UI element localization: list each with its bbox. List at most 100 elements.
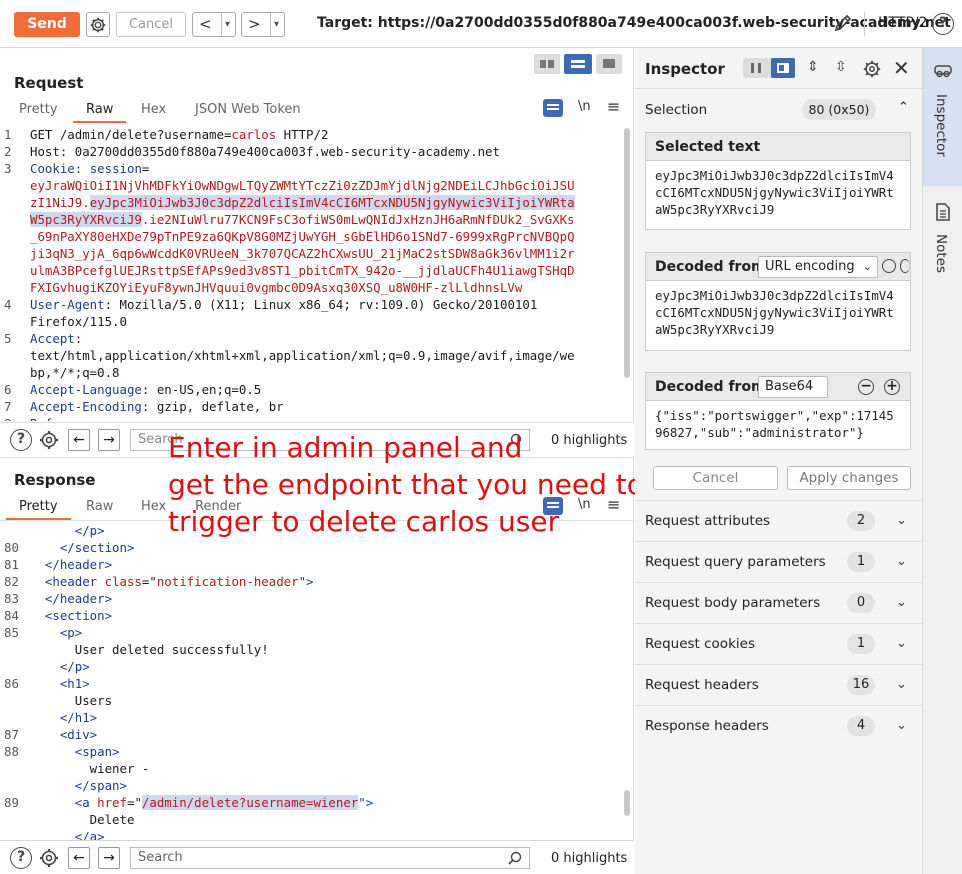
- inspector-section-row[interactable]: Request attributes 2 ⌄: [635, 500, 922, 541]
- inspector-section-label: Response headers: [645, 718, 769, 734]
- response-search-prev-icon[interactable]: ←: [68, 847, 90, 869]
- chevron-up-icon[interactable]: ⌃: [898, 100, 909, 115]
- code-token: User-Agent: [30, 297, 105, 312]
- request-scrollbar[interactable]: [624, 128, 630, 378]
- inspector-layout-panel-icon[interactable]: [771, 58, 795, 78]
- code-token: zI1NiJ9.: [30, 195, 90, 210]
- minus-circle-icon[interactable]: −: [858, 379, 874, 395]
- request-newline-toggle[interactable]: \n: [578, 99, 591, 114]
- chevron-down-icon[interactable]: ⌄: [896, 718, 907, 733]
- layout-stacked-icon[interactable]: [564, 54, 592, 74]
- settings-button[interactable]: [86, 12, 110, 37]
- rail-tab-notes[interactable]: Notes: [923, 188, 962, 288]
- line-text: </header>: [30, 590, 112, 607]
- response-search-bar: ? ← → Search 0 highlights: [0, 840, 634, 874]
- response-search-next-icon[interactable]: →: [98, 847, 120, 869]
- code-token: _69nPaXY80eHXDe79pTnPE9za6QKpV8G0MZjUwYG…: [30, 229, 575, 244]
- forward-dropdown-icon[interactable]: ▾: [270, 13, 279, 36]
- cancel-button[interactable]: Cancel: [116, 12, 186, 37]
- chevron-down-icon[interactable]: ⌄: [896, 554, 907, 569]
- inspector-section-row[interactable]: Request query parameters 1 ⌄: [635, 541, 922, 582]
- add-decoding-icon[interactable]: [900, 259, 910, 273]
- inspector-cancel-button[interactable]: Cancel: [653, 466, 778, 490]
- decoding-select-url[interactable]: URL encoding ⌄: [758, 256, 878, 278]
- code-token: class: [104, 574, 142, 589]
- remove-decoding-icon[interactable]: [882, 259, 896, 273]
- inspector-settings-icon[interactable]: [862, 59, 882, 79]
- send-button[interactable]: Send: [14, 12, 80, 37]
- line-number: 82: [4, 574, 19, 589]
- decoding-select-base64[interactable]: Base64: [758, 376, 828, 398]
- line-number: 83: [4, 591, 19, 606]
- close-icon[interactable]: ✕: [893, 56, 910, 80]
- line-number: 5: [4, 331, 12, 346]
- back-button[interactable]: < ▾: [192, 12, 236, 37]
- rail-tab-inspector[interactable]: Inspector: [923, 48, 962, 186]
- inspector-section-count: 16: [847, 675, 875, 695]
- line-text: <a href="/admin/delete?username=wiener">: [30, 794, 373, 811]
- collapse-all-icon[interactable]: ⇳: [835, 59, 847, 75]
- code-token: </header>: [30, 591, 113, 606]
- chevron-down-icon[interactable]: ⌄: [896, 513, 907, 528]
- request-menu-icon[interactable]: ≡: [607, 97, 620, 116]
- inspector-layout-list-icon[interactable]: [751, 63, 761, 73]
- response-search-help-icon[interactable]: ?: [10, 847, 32, 869]
- back-dropdown-icon[interactable]: ▾: [221, 13, 230, 36]
- request-actions-icon[interactable]: [543, 99, 563, 117]
- selection-size-badge: 80 (0x50): [802, 99, 876, 120]
- response-scrollbar[interactable]: [624, 790, 630, 816]
- inspector-section-row[interactable]: Request body parameters 0 ⌄: [635, 582, 922, 623]
- code-token: session: [89, 161, 142, 176]
- line-number: 87: [4, 727, 19, 742]
- chevron-down-icon[interactable]: ⌄: [896, 636, 907, 651]
- decoding-url-value: URL encoding: [765, 259, 855, 274]
- response-search-input[interactable]: Search: [130, 847, 530, 869]
- response-tab-pretty[interactable]: Pretty: [6, 496, 71, 520]
- inspector-section-row[interactable]: Request cookies 1 ⌄: [635, 623, 922, 664]
- inspector-layout-toggle[interactable]: [743, 58, 795, 78]
- request-search-next-icon[interactable]: →: [98, 429, 120, 451]
- apply-changes-button[interactable]: Apply changes: [787, 466, 911, 490]
- request-highlights-count: 0 highlights: [551, 433, 628, 448]
- edit-target-icon[interactable]: [832, 12, 854, 34]
- request-tab-jwt[interactable]: JSON Web Token: [182, 99, 314, 123]
- inspector-section-row[interactable]: Request headers 16 ⌄: [635, 664, 922, 705]
- selection-label[interactable]: Selection: [645, 102, 707, 118]
- response-title: Response: [14, 471, 96, 489]
- help-icon[interactable]: ?: [932, 13, 954, 35]
- plus-circle-icon[interactable]: +: [884, 379, 900, 395]
- chevron-left-icon: <: [199, 15, 212, 33]
- chevron-down-icon[interactable]: ⌄: [896, 595, 907, 610]
- line-number: 84: [4, 608, 19, 623]
- annotation-line-2: get the endpoint that you need to: [168, 468, 644, 501]
- inspector-section-row[interactable]: Response headers 4 ⌄: [635, 705, 922, 746]
- request-search-prev-icon[interactable]: ←: [68, 429, 90, 451]
- line-number: 2: [4, 144, 12, 159]
- inspector-section-count: 2: [847, 511, 875, 531]
- request-tab-hex[interactable]: Hex: [128, 99, 179, 123]
- layout-tabs-icon[interactable]: [596, 54, 622, 74]
- response-tab-raw[interactable]: Raw: [73, 496, 126, 520]
- request-search-help-icon[interactable]: ?: [10, 429, 32, 451]
- request-editor[interactable]: 1 GET /admin/delete?username=carlos HTTP/…: [0, 126, 634, 421]
- code-token: : gzip, deflate, br: [141, 399, 284, 414]
- decoded-url-value[interactable]: eyJpc3MiOiJwb3J0c3dpZ2dlciIsImV4cCI6MTcx…: [646, 281, 910, 344]
- code-token: <p>: [30, 625, 83, 640]
- request-search-settings-icon[interactable]: [38, 429, 60, 451]
- decoded-base64-value[interactable]: {"iss":"portswigger","exp":1714596827,"s…: [646, 401, 910, 447]
- line-number: 86: [4, 676, 19, 691]
- protocol-label[interactable]: HTTP/2: [878, 15, 927, 31]
- request-tab-raw[interactable]: Raw: [73, 99, 127, 123]
- code-token: <h1>: [30, 676, 90, 691]
- request-tab-pretty[interactable]: Pretty: [6, 99, 71, 123]
- selected-text-value[interactable]: eyJpc3MiOiJwb3J0c3dpZ2dlciIsImV4cCI6MTcx…: [646, 161, 910, 224]
- decoded-base64-header: Decoded from: Base64 − +: [646, 373, 910, 401]
- response-search-settings-icon[interactable]: [38, 847, 60, 869]
- forward-button[interactable]: > ▾: [241, 12, 285, 37]
- chevron-down-icon[interactable]: ⌄: [896, 677, 907, 692]
- layout-side-by-side-icon[interactable]: [534, 54, 560, 74]
- response-editor[interactable]: </p> 80 </section> 81 </header> 82 <header …: [0, 522, 634, 840]
- expand-all-icon[interactable]: ⇕: [807, 59, 819, 75]
- request-tabs: Pretty Raw Hex JSON Web Token: [6, 99, 626, 123]
- code-token: ">: [358, 795, 374, 810]
